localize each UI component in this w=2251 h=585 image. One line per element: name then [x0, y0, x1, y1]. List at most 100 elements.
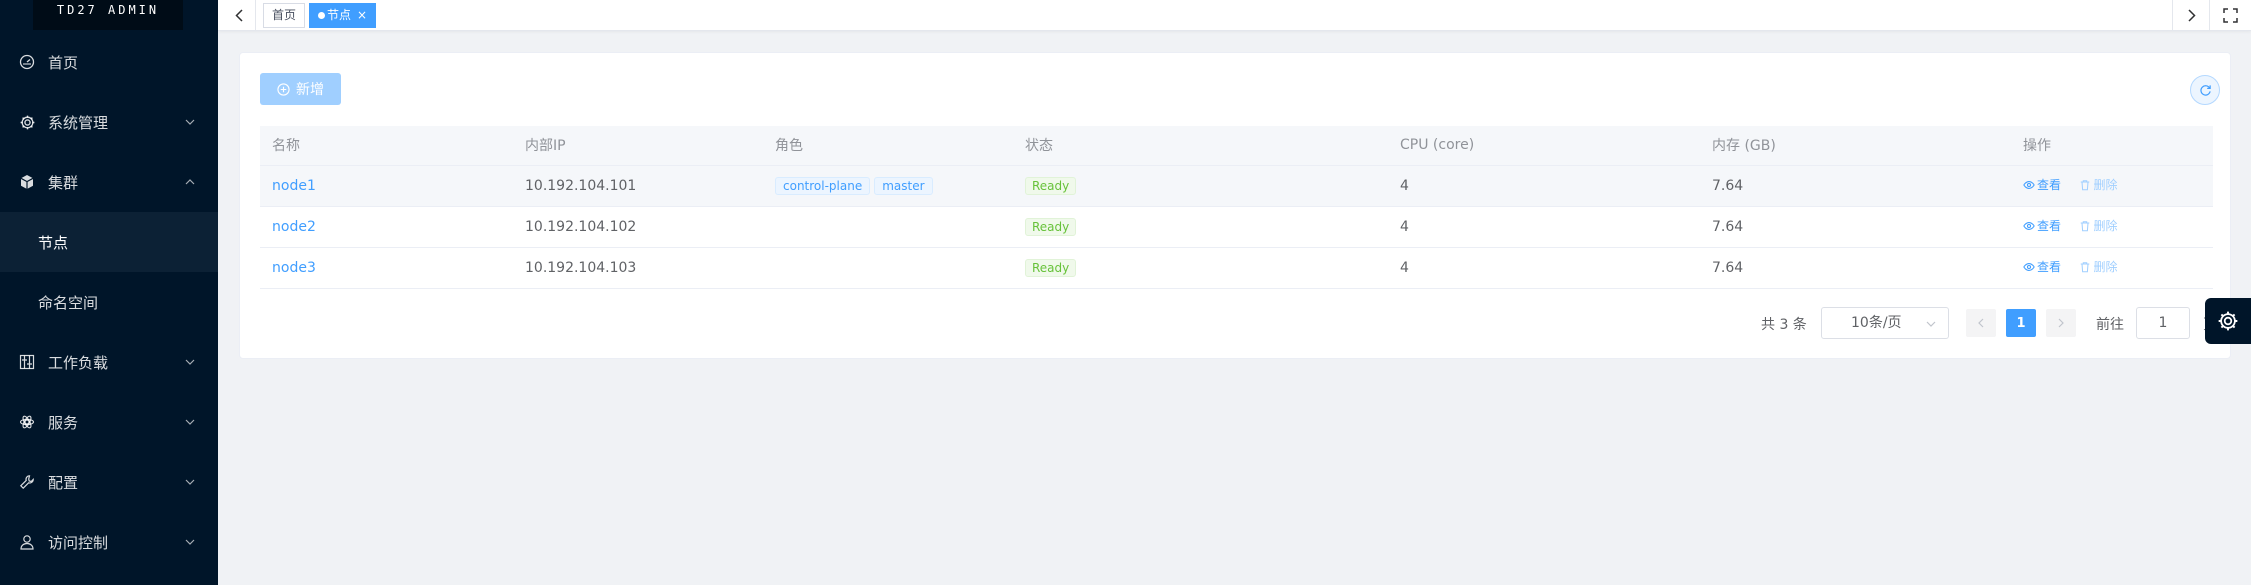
next-page-button[interactable]	[2046, 309, 2076, 337]
active-dot-icon	[318, 12, 325, 19]
row-actions: 查看 删除	[2011, 206, 2213, 248]
table-row[interactable]: node3 10.192.104.103 Ready 4 7.64 查看 删除	[260, 247, 2213, 289]
prev-page-button[interactable]	[1966, 309, 1996, 337]
tab-label: 节点	[327, 8, 352, 22]
gear-icon	[2218, 311, 2238, 331]
tabs-scroll-left-button[interactable]	[228, 4, 250, 26]
column-header[interactable]: 状态	[1013, 126, 1388, 166]
plus-circle-icon	[277, 82, 290, 96]
status-badge: Ready	[1025, 258, 1077, 277]
pagination: 共 3 条 10条/页 1 前往 1 页	[240, 307, 2232, 339]
settings-button[interactable]	[2205, 298, 2251, 344]
row-actions: 查看 删除	[2011, 165, 2213, 207]
sidebar-item-label: 工作负载	[48, 353, 109, 372]
delete-button[interactable]: 删除	[2079, 176, 2117, 193]
view-label: 查看	[2037, 178, 2062, 193]
view-label: 查看	[2037, 219, 2062, 234]
table-row[interactable]: node2 10.192.104.102 Ready 4 7.64 查看 删除	[260, 206, 2213, 248]
sidebar-item-access-control[interactable]: 访问控制	[0, 512, 218, 572]
sidebar-item-label: 集群	[48, 173, 79, 192]
role-tag: control-plane	[775, 176, 871, 195]
column-header: 操作	[2011, 126, 2213, 166]
dashboard-icon	[18, 53, 36, 71]
trash-icon	[2081, 220, 2090, 231]
add-button-label: 新增	[296, 82, 324, 98]
nodes-card: 新增 名称 内部IP 角色 状态 CPU (core) 内存 (GB) 操作 n…	[239, 52, 2231, 359]
tabs-scroll-right-button[interactable]	[2181, 4, 2203, 26]
status-badge: Ready	[1025, 176, 1077, 195]
delete-label: 删除	[2093, 260, 2118, 275]
sidebar-item-services[interactable]: 服务	[0, 392, 218, 452]
sidebar-item-system[interactable]: 系统管理	[0, 92, 218, 152]
view-button[interactable]: 查看	[2023, 176, 2061, 193]
node-name-link[interactable]: node1	[272, 178, 316, 194]
sidebar-item-workloads[interactable]: 工作负载	[0, 332, 218, 392]
sidebar-item-label: 配置	[48, 473, 79, 492]
cube-icon	[18, 173, 36, 191]
view-label: 查看	[2037, 260, 2062, 275]
node-cpu: 4	[1388, 247, 1700, 289]
node-roles: control-plane master	[763, 165, 1013, 207]
sidebar-item-label: 服务	[48, 413, 79, 432]
node-memory: 7.64	[1700, 247, 2011, 289]
sidebar-item-namespaces[interactable]: 命名空间	[0, 272, 218, 332]
chevron-left-icon	[235, 8, 243, 22]
view-button[interactable]: 查看	[2023, 217, 2061, 234]
fullscreen-button[interactable]	[2219, 4, 2241, 26]
divider	[2172, 0, 2173, 31]
gear-icon	[18, 113, 36, 131]
eye-icon	[2023, 262, 2035, 271]
table-header: 名称 内部IP 角色 状态 CPU (core) 内存 (GB) 操作	[260, 126, 2213, 166]
sidebar-item-nodes[interactable]: 节点	[0, 212, 218, 272]
sidebar-item-label: 系统管理	[48, 113, 109, 132]
sidebar-item-label: 命名空间	[38, 293, 99, 312]
tab-home[interactable]: 首页	[263, 3, 306, 28]
refresh-button[interactable]	[2190, 75, 2220, 105]
sidebar-item-config[interactable]: 配置	[0, 452, 218, 512]
delete-button[interactable]: 删除	[2079, 217, 2117, 234]
column-header[interactable]: 名称	[260, 126, 513, 166]
delete-button[interactable]: 删除	[2079, 258, 2117, 275]
sidebar-item-cluster[interactable]: 集群	[0, 152, 218, 212]
node-memory: 7.64	[1700, 206, 2011, 248]
chevron-up-icon	[184, 176, 196, 188]
trash-icon	[2081, 261, 2090, 272]
chevron-down-icon	[184, 476, 196, 488]
wrench-icon	[18, 473, 36, 491]
tab-nodes[interactable]: 节点 ×	[309, 3, 377, 28]
chevron-down-icon	[184, 536, 196, 548]
column-header[interactable]: 内存 (GB)	[1700, 126, 2011, 166]
add-button[interactable]: 新增	[260, 73, 341, 105]
node-name-link[interactable]: node2	[272, 219, 316, 235]
sidebar-item-label: 首页	[48, 53, 79, 72]
delete-label: 删除	[2093, 219, 2118, 234]
service-icon	[18, 413, 36, 431]
column-header[interactable]: CPU (core)	[1388, 126, 1700, 166]
node-ip: 10.192.104.101	[513, 165, 763, 207]
nodes-table: 名称 内部IP 角色 状态 CPU (core) 内存 (GB) 操作 node…	[260, 126, 2213, 289]
table-row[interactable]: node1 10.192.104.101 control-plane master…	[260, 165, 2213, 207]
chevron-down-icon	[1926, 308, 1936, 338]
tab-label: 首页	[272, 8, 297, 22]
goto-page-input[interactable]: 1	[2136, 307, 2190, 339]
eye-icon	[2023, 221, 2035, 230]
close-icon[interactable]: ×	[357, 4, 367, 27]
page-size-select[interactable]: 10条/页	[1821, 307, 1949, 339]
fullscreen-icon	[2222, 7, 2238, 23]
total-count: 共 3 条	[1761, 317, 1807, 333]
sidebar-item-label: 节点	[38, 233, 69, 252]
view-button[interactable]: 查看	[2023, 258, 2061, 275]
workload-icon	[18, 353, 36, 371]
sidebar-item-home[interactable]: 首页	[0, 32, 218, 92]
page-number-button[interactable]: 1	[2006, 309, 2036, 337]
chevron-left-icon	[1978, 318, 1984, 328]
divider	[2209, 0, 2210, 31]
row-actions: 查看 删除	[2011, 247, 2213, 289]
goto-label: 前往	[2096, 317, 2124, 333]
eye-icon	[2023, 180, 2035, 189]
chevron-down-icon	[184, 116, 196, 128]
column-header[interactable]: 角色	[763, 126, 1013, 166]
node-ip: 10.192.104.103	[513, 247, 763, 289]
node-name-link[interactable]: node3	[272, 260, 316, 276]
column-header[interactable]: 内部IP	[513, 126, 763, 166]
